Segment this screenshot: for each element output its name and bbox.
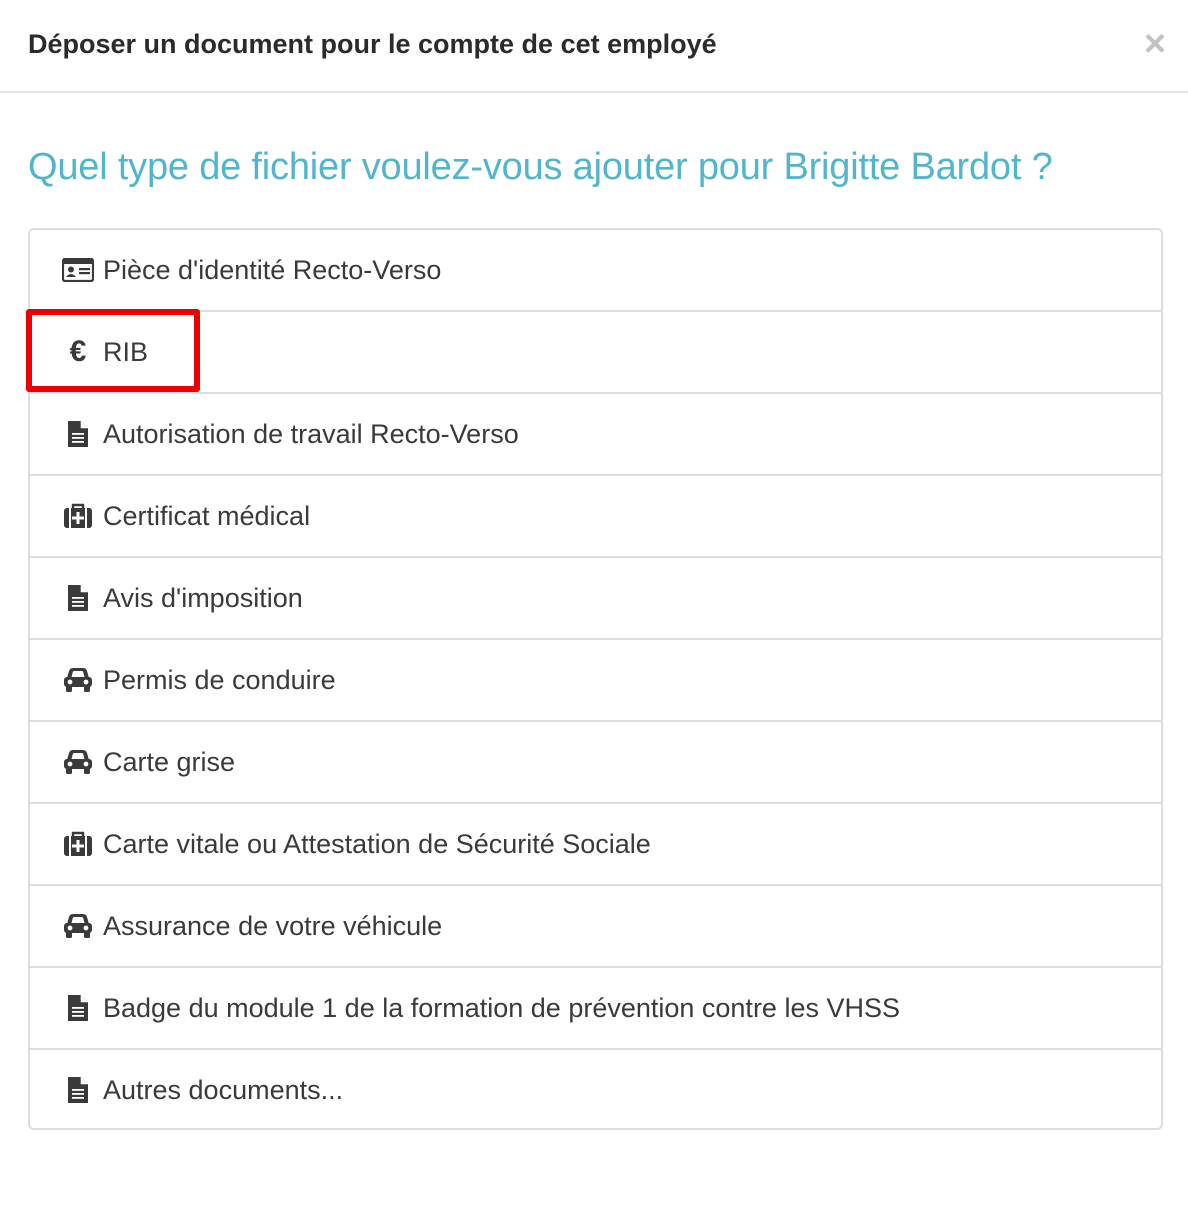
- car-icon: [62, 747, 94, 777]
- medkit-icon: [62, 501, 94, 531]
- document-item-autorisation-travail[interactable]: Autorisation de travail Recto-Verso: [30, 394, 1161, 476]
- medkit-icon: [62, 829, 94, 859]
- file-text-icon: [62, 583, 94, 613]
- document-item-label: Autres documents...: [103, 1075, 344, 1105]
- document-item-label: Pièce d'identité Recto-Verso: [103, 255, 442, 285]
- document-item-badge-vhss[interactable]: Badge du module 1 de la formation de pré…: [30, 968, 1161, 1050]
- document-item-rib[interactable]: € RIB: [30, 312, 1161, 394]
- car-icon: [62, 911, 94, 941]
- euro-icon: €: [69, 335, 87, 368]
- document-item-carte-vitale[interactable]: Carte vitale ou Attestation de Sécurité …: [30, 804, 1161, 886]
- file-text-icon: [62, 419, 94, 449]
- document-item-label: Avis d'imposition: [103, 583, 303, 613]
- file-text-icon: [62, 1075, 94, 1105]
- modal-header: Déposer un document pour le compte de ce…: [0, 0, 1188, 93]
- document-item-label: Permis de conduire: [103, 665, 336, 695]
- question-heading: Quel type de fichier voulez-vous ajouter…: [28, 146, 1053, 188]
- car-icon: [62, 665, 94, 695]
- file-text-icon: [62, 993, 94, 1023]
- document-item-label: Certificat médical: [103, 501, 311, 531]
- document-item-label: Carte grise: [103, 747, 236, 777]
- document-item-piece-identite[interactable]: Pièce d'identité Recto-Verso: [30, 230, 1161, 312]
- document-item-label: Carte vitale ou Attestation de Sécurité …: [103, 829, 651, 859]
- close-button[interactable]: ×: [1140, 25, 1170, 63]
- modal-title: Déposer un document pour le compte de ce…: [28, 29, 717, 59]
- document-item-label: RIB: [103, 337, 149, 367]
- document-item-autres-documents[interactable]: Autres documents...: [30, 1050, 1161, 1128]
- document-item-label: Autorisation de travail Recto-Verso: [103, 419, 519, 449]
- document-item-avis-imposition[interactable]: Avis d'imposition: [30, 558, 1161, 640]
- document-type-list: Pièce d'identité Recto-Verso € RIB Autor…: [28, 228, 1163, 1130]
- document-item-permis-conduire[interactable]: Permis de conduire: [30, 640, 1161, 722]
- document-item-assurance-vehicule[interactable]: Assurance de votre véhicule: [30, 886, 1161, 968]
- id-card-icon: [62, 255, 94, 285]
- document-item-label: Badge du module 1 de la formation de pré…: [103, 993, 900, 1023]
- document-item-label: Assurance de votre véhicule: [103, 911, 443, 941]
- document-item-certificat-medical[interactable]: Certificat médical: [30, 476, 1161, 558]
- document-item-carte-grise[interactable]: Carte grise: [30, 722, 1161, 804]
